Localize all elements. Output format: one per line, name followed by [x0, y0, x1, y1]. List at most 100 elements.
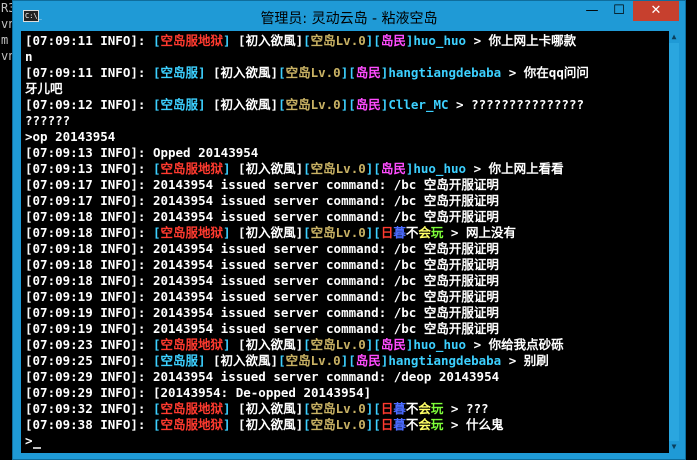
log-segment: [空岛服]: [152, 353, 214, 368]
log-segment: [初入欲風]: [238, 161, 304, 176]
console-line: [07:09:18 INFO]: 20143954 issued server …: [25, 209, 669, 225]
log-segment: [初入欲風]: [213, 353, 279, 368]
log-segment: ]: [222, 225, 239, 240]
maximize-button[interactable]: ☐: [606, 1, 632, 21]
scrollbar-track[interactable]: [669, 43, 679, 441]
log-segment: > 你上网上看看: [466, 161, 564, 176]
log-segment: [: [278, 97, 286, 112]
log-segment: [: [278, 353, 286, 368]
log-timestamp: [07:09:32 INFO]:: [25, 401, 153, 416]
log-segment: 不: [405, 417, 419, 432]
log-segment: > 网上没有: [443, 225, 516, 240]
console-lines: [07:09:11 INFO]: [空岛服地狱] [初入欲風][空岛Lv.0][…: [21, 31, 669, 449]
log-segment: 不: [405, 225, 419, 240]
console-line: [07:09:19 INFO]: 20143954 issued server …: [25, 305, 669, 321]
log-segment: 20143954 issued server command: /bc 空岛开服…: [152, 241, 499, 256]
console-line: [07:09:11 INFO]: [空岛服] [初入欲風][空岛Lv.0][岛民…: [25, 65, 669, 81]
console-line: [07:09:13 INFO]: [空岛服地狱] [初入欲風][空岛Lv.0][…: [25, 161, 669, 177]
log-segment: 20143954 issued server command: /bc 空岛开服…: [152, 177, 499, 192]
log-timestamp: [07:09:11 INFO]:: [25, 65, 153, 80]
log-timestamp: [07:09:18 INFO]:: [25, 209, 153, 224]
log-segment: ]huo_huo: [405, 337, 467, 352]
log-segment: ]Cller_MC: [380, 97, 449, 112]
log-segment: >op 20143954: [25, 129, 116, 144]
console-line: [07:09:19 INFO]: 20143954 issued server …: [25, 289, 669, 305]
console-line: [07:09:23 INFO]: [空岛服地狱] [初入欲風][空岛Lv.0][…: [25, 337, 669, 353]
vertical-scrollbar[interactable]: ▲ ▼: [669, 31, 679, 453]
log-segment: > 你上网上卡哪款: [466, 33, 577, 48]
log-timestamp: [07:09:19 INFO]:: [25, 321, 153, 336]
console-line: ??????: [25, 113, 669, 129]
console-line: [07:09:11 INFO]: [空岛服地狱] [初入欲風][空岛Lv.0][…: [25, 33, 669, 49]
text-cursor: [32, 447, 41, 449]
log-segment: ]huo_huo: [405, 33, 467, 48]
console-line: [07:09:19 INFO]: 20143954 issued server …: [25, 321, 669, 337]
log-segment: 会: [418, 417, 431, 432]
log-segment: [初入欲風]: [213, 65, 279, 80]
log-segment: ][: [340, 65, 356, 80]
log-segment: 岛民: [380, 161, 406, 176]
log-segment: > 你在qq问问: [501, 65, 589, 80]
console-line: n: [25, 49, 669, 65]
log-segment: 空岛服地狱: [160, 33, 223, 48]
log-timestamp: [07:09:19 INFO]:: [25, 289, 153, 304]
console-line: [07:09:25 INFO]: [空岛服] [初入欲風][空岛Lv.0][岛民…: [25, 353, 669, 369]
log-segment: ]: [222, 33, 239, 48]
console-line: >: [25, 433, 669, 449]
log-segment: ]: [222, 337, 239, 352]
console-line: [07:09:29 INFO]: [20143954: De-opped 201…: [25, 385, 669, 401]
log-segment: 空岛Lv.0: [310, 417, 366, 432]
log-timestamp: [07:09:18 INFO]:: [25, 257, 153, 272]
log-timestamp: [07:09:18 INFO]:: [25, 273, 153, 288]
log-segment: 20143954 issued server command: /bc 空岛开服…: [152, 305, 499, 320]
log-segment: ][: [340, 97, 356, 112]
log-timestamp: [07:09:19 INFO]:: [25, 305, 153, 320]
console-line: [07:09:12 INFO]: [空岛服] [初入欲風][空岛Lv.0][岛民…: [25, 97, 669, 113]
log-timestamp: [07:09:17 INFO]:: [25, 177, 153, 192]
console-output[interactable]: [07:09:11 INFO]: [空岛服地狱] [初入欲風][空岛Lv.0][…: [21, 31, 669, 453]
log-segment: 20143954 issued server command: /bc 空岛开服…: [152, 209, 499, 224]
log-segment: [: [303, 417, 311, 432]
log-segment: [初入欲風]: [213, 97, 279, 112]
console-line: [07:09:18 INFO]: 20143954 issued server …: [25, 273, 669, 289]
log-segment: ??????: [25, 113, 71, 128]
log-segment: 20143954 issued server command: /bc 空岛开服…: [152, 273, 499, 288]
console-line: [07:09:38 INFO]: [空岛服地狱] [初入欲風][空岛Lv.0][…: [25, 417, 669, 433]
log-timestamp: [07:09:17 INFO]:: [25, 193, 153, 208]
console-line: [07:09:18 INFO]: 20143954 issued server …: [25, 241, 669, 257]
log-segment: [: [303, 337, 311, 352]
log-timestamp: [07:09:13 INFO]:: [25, 145, 153, 160]
log-segment: [: [303, 33, 311, 48]
scroll-up-icon[interactable]: ▲: [669, 31, 679, 43]
log-timestamp: [07:09:18 INFO]:: [25, 225, 153, 240]
log-segment: 岛民: [355, 65, 381, 80]
log-segment: [空岛服]: [152, 97, 214, 112]
log-segment: [: [303, 225, 311, 240]
console-line: [07:09:17 INFO]: 20143954 issued server …: [25, 193, 669, 209]
log-timestamp: [07:09:23 INFO]:: [25, 337, 153, 352]
log-segment: [初入欲風]: [238, 401, 304, 416]
log-timestamp: [07:09:38 INFO]:: [25, 417, 153, 432]
log-segment: 空岛Lv.0: [310, 161, 366, 176]
log-segment: 空岛Lv.0: [310, 225, 366, 240]
log-segment: ]: [222, 417, 239, 432]
log-timestamp: [07:09:13 INFO]:: [25, 161, 153, 176]
log-segment: 日: [380, 401, 394, 416]
scroll-down-icon[interactable]: ▼: [669, 441, 679, 453]
close-button[interactable]: ✕: [633, 1, 679, 21]
log-segment: > ???: [443, 401, 489, 416]
log-segment: > 你给我点砂砾: [466, 337, 564, 352]
log-segment: [初入欲風]: [238, 417, 304, 432]
log-segment: ]hangtiangdebaba: [380, 353, 502, 368]
log-segment: 暮: [393, 417, 406, 432]
minimize-button[interactable]: —: [579, 1, 605, 21]
log-segment: 空岛Lv.0: [310, 401, 366, 416]
log-segment: 日: [380, 417, 394, 432]
title-bar[interactable]: C:\_ 管理员: 灵动云岛 - 粘液空岛 — ☐ ✕: [13, 1, 685, 31]
log-segment: ][: [365, 337, 381, 352]
log-segment: ][: [340, 353, 356, 368]
console-line: [07:09:29 INFO]: 20143954 issued server …: [25, 369, 669, 385]
log-timestamp: [07:09:11 INFO]:: [25, 33, 153, 48]
log-segment: 空岛服地狱: [160, 417, 223, 432]
log-segment: [: [303, 161, 311, 176]
